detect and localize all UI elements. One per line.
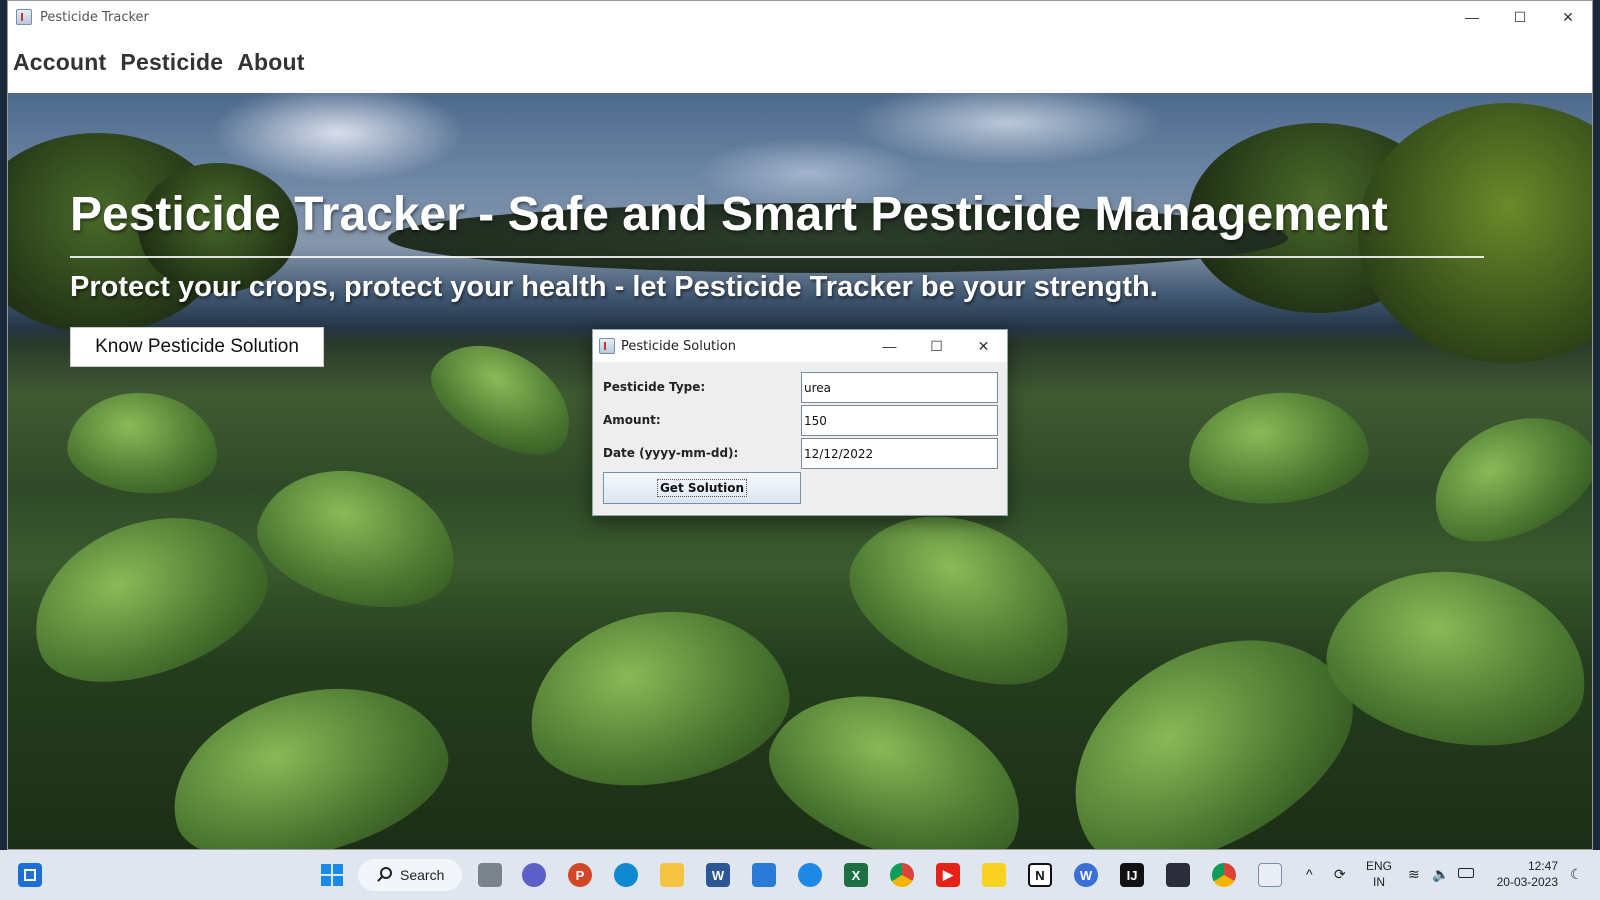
windows-start-icon[interactable] <box>18 863 42 887</box>
pesticide-type-row: Pesticide Type: <box>603 372 999 403</box>
notion-icon[interactable]: N <box>1028 863 1052 887</box>
amount-row: Amount: <box>603 405 999 436</box>
language-top: ENG <box>1365 859 1392 873</box>
chrome-profile-icon[interactable] <box>1212 863 1236 887</box>
java-app-taskbar-icon[interactable] <box>1258 863 1282 887</box>
window-title: Pesticide Tracker <box>40 9 149 25</box>
headline-divider <box>70 256 1484 258</box>
edge-icon[interactable] <box>614 863 638 887</box>
task-view-icon[interactable] <box>478 863 502 887</box>
word-icon[interactable]: W <box>706 863 730 887</box>
taskbar: Search P W X ▶ N W IJ ^ ⟳ ENG IN ≋ 🔈 12:… <box>0 850 1600 900</box>
java-app-icon <box>599 338 615 354</box>
know-pesticide-solution-button[interactable]: Know Pesticide Solution <box>70 327 324 367</box>
dialog-minimize-button[interactable]: — <box>866 330 913 362</box>
chevron-up-icon[interactable]: ^ <box>1306 866 1313 882</box>
file-explorer-icon[interactable] <box>660 863 684 887</box>
dialog-close-button[interactable]: ✕ <box>960 330 1007 362</box>
taskbar-search[interactable]: Search <box>358 859 462 891</box>
terminal-icon[interactable] <box>1166 863 1190 887</box>
maximize-button[interactable]: ☐ <box>1496 1 1544 33</box>
powerpoint-icon[interactable]: P <box>568 863 592 887</box>
get-solution-button[interactable]: Get Solution <box>603 472 801 504</box>
window-title-bar[interactable]: Pesticide Tracker — ☐ ✕ <box>8 1 1592 33</box>
menu-about[interactable]: About <box>237 49 304 76</box>
close-button[interactable]: ✕ <box>1544 1 1592 33</box>
pesticide-type-label: Pesticide Type: <box>603 380 706 394</box>
menu-bar: Account Pesticide About <box>8 33 1592 91</box>
pesticide-solution-dialog: Pesticide Solution — ☐ ✕ Pesticide Type:… <box>592 329 1008 516</box>
intellij-icon[interactable]: IJ <box>1120 863 1144 887</box>
webex-icon[interactable]: W <box>1074 863 1098 887</box>
dialog-maximize-button[interactable]: ☐ <box>913 330 960 362</box>
amount-label: Amount: <box>603 413 661 427</box>
teams-icon[interactable] <box>522 863 546 887</box>
clock-date: 20-03-2023 <box>1496 875 1558 889</box>
excel-icon[interactable]: X <box>844 863 868 887</box>
hero-headline: Pesticide Tracker - Safe and Smart Pesti… <box>70 188 1388 241</box>
date-input[interactable] <box>801 438 998 469</box>
language-bottom: IN <box>1373 875 1385 889</box>
battery-icon[interactable] <box>1458 868 1474 878</box>
search-icon <box>380 867 392 879</box>
dialog-title: Pesticide Solution <box>621 338 736 354</box>
notification-icon[interactable]: ☾ <box>1570 866 1583 882</box>
date-row: Date (yyyy-mm-dd): <box>603 438 999 469</box>
minimize-button[interactable]: — <box>1448 1 1496 33</box>
clock[interactable]: 12:47 20-03-2023 <box>1488 858 1558 890</box>
mail-icon[interactable] <box>752 863 776 887</box>
sync-icon[interactable]: ⟳ <box>1334 866 1346 882</box>
sticky-notes-icon[interactable] <box>982 863 1006 887</box>
search-label: Search <box>400 867 445 883</box>
java-app-icon <box>16 9 32 25</box>
pesticide-type-input[interactable] <box>801 372 998 403</box>
dialog-title-bar[interactable]: Pesticide Solution — ☐ ✕ <box>593 330 1007 362</box>
menu-pesticide[interactable]: Pesticide <box>120 49 223 76</box>
get-solution-label: Get Solution <box>656 479 748 497</box>
hero-tagline: Protect your crops, protect your health … <box>70 271 1158 303</box>
wifi-icon[interactable]: ≋ <box>1408 866 1420 882</box>
clock-time: 12:47 <box>1527 859 1558 873</box>
language-indicator[interactable]: ENG IN <box>1364 858 1394 890</box>
date-label: Date (yyyy-mm-dd): <box>603 446 739 460</box>
youtube-icon[interactable]: ▶ <box>936 863 960 887</box>
windows-logo-icon[interactable] <box>320 863 344 887</box>
menu-account[interactable]: Account <box>13 49 106 76</box>
chrome-icon[interactable] <box>890 863 914 887</box>
amount-input[interactable] <box>801 405 998 436</box>
safari-icon[interactable] <box>798 863 822 887</box>
volume-icon[interactable]: 🔈 <box>1432 866 1449 882</box>
